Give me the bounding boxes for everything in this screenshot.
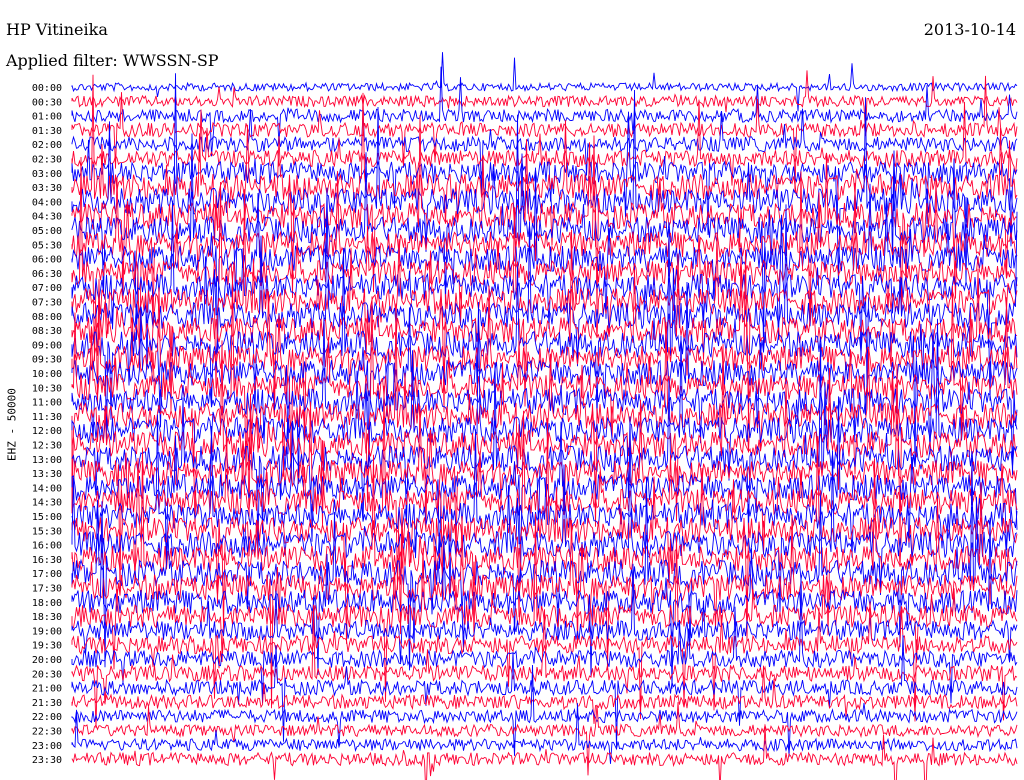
row-label: 04:30: [32, 212, 62, 223]
row-label: 19:30: [32, 641, 62, 652]
trace-00:00: [71, 52, 1018, 112]
row-label: 15:00: [32, 512, 62, 523]
row-label: 17:00: [32, 569, 62, 580]
row-label: 16:30: [32, 555, 62, 566]
row-label: 08:30: [32, 326, 62, 337]
row-label: 19:00: [32, 626, 62, 637]
row-label: 02:30: [32, 155, 62, 166]
row-label: 01:30: [32, 126, 62, 137]
row-label: 18:00: [32, 598, 62, 609]
row-label: 14:00: [32, 483, 62, 494]
row-label: 20:00: [32, 655, 62, 666]
row-label: 11:00: [32, 398, 62, 409]
row-label: 21:00: [32, 684, 62, 695]
row-label: 01:00: [32, 112, 62, 123]
row-label: 08:00: [32, 312, 62, 323]
row-label: 07:30: [32, 298, 62, 309]
row-label: 13:30: [32, 469, 62, 480]
row-label: 09:00: [32, 340, 62, 351]
row-label: 11:30: [32, 412, 62, 423]
row-label: 00:00: [32, 83, 62, 94]
row-label: 17:30: [32, 584, 62, 595]
trace-02:00: [71, 108, 1018, 197]
row-label: 22:00: [32, 712, 62, 723]
row-label: 02:00: [32, 140, 62, 151]
row-label: 04:00: [32, 197, 62, 208]
row-label: 23:00: [32, 741, 62, 752]
row-label: 16:00: [32, 541, 62, 552]
row-label: 15:30: [32, 526, 62, 537]
row-label: 03:30: [32, 183, 62, 194]
row-label: 06:00: [32, 255, 62, 266]
helicorder-plot: 00:00 00:30 01:00 01:30 02:00 02:30 03:00 03:30…: [32, 52, 1018, 780]
row-label: 12:00: [32, 426, 62, 437]
row-label: 07:00: [32, 283, 62, 294]
row-label: 09:30: [32, 355, 62, 366]
row-label: 05:00: [32, 226, 62, 237]
row-label: 14:30: [32, 498, 62, 509]
row-label: 05:30: [32, 240, 62, 251]
row-label: 20:30: [32, 669, 62, 680]
row-label: 10:00: [32, 369, 62, 380]
row-label: 22:30: [32, 727, 62, 738]
row-label: 23:30: [32, 755, 62, 766]
row-label: 13:00: [32, 455, 62, 466]
row-label: 10:30: [32, 383, 62, 394]
row-label: 21:30: [32, 698, 62, 709]
row-label: 18:30: [32, 612, 62, 623]
row-label: 00:30: [32, 97, 62, 108]
row-label: 03:00: [32, 169, 62, 180]
row-label: 06:30: [32, 269, 62, 280]
row-label: 12:30: [32, 441, 62, 452]
